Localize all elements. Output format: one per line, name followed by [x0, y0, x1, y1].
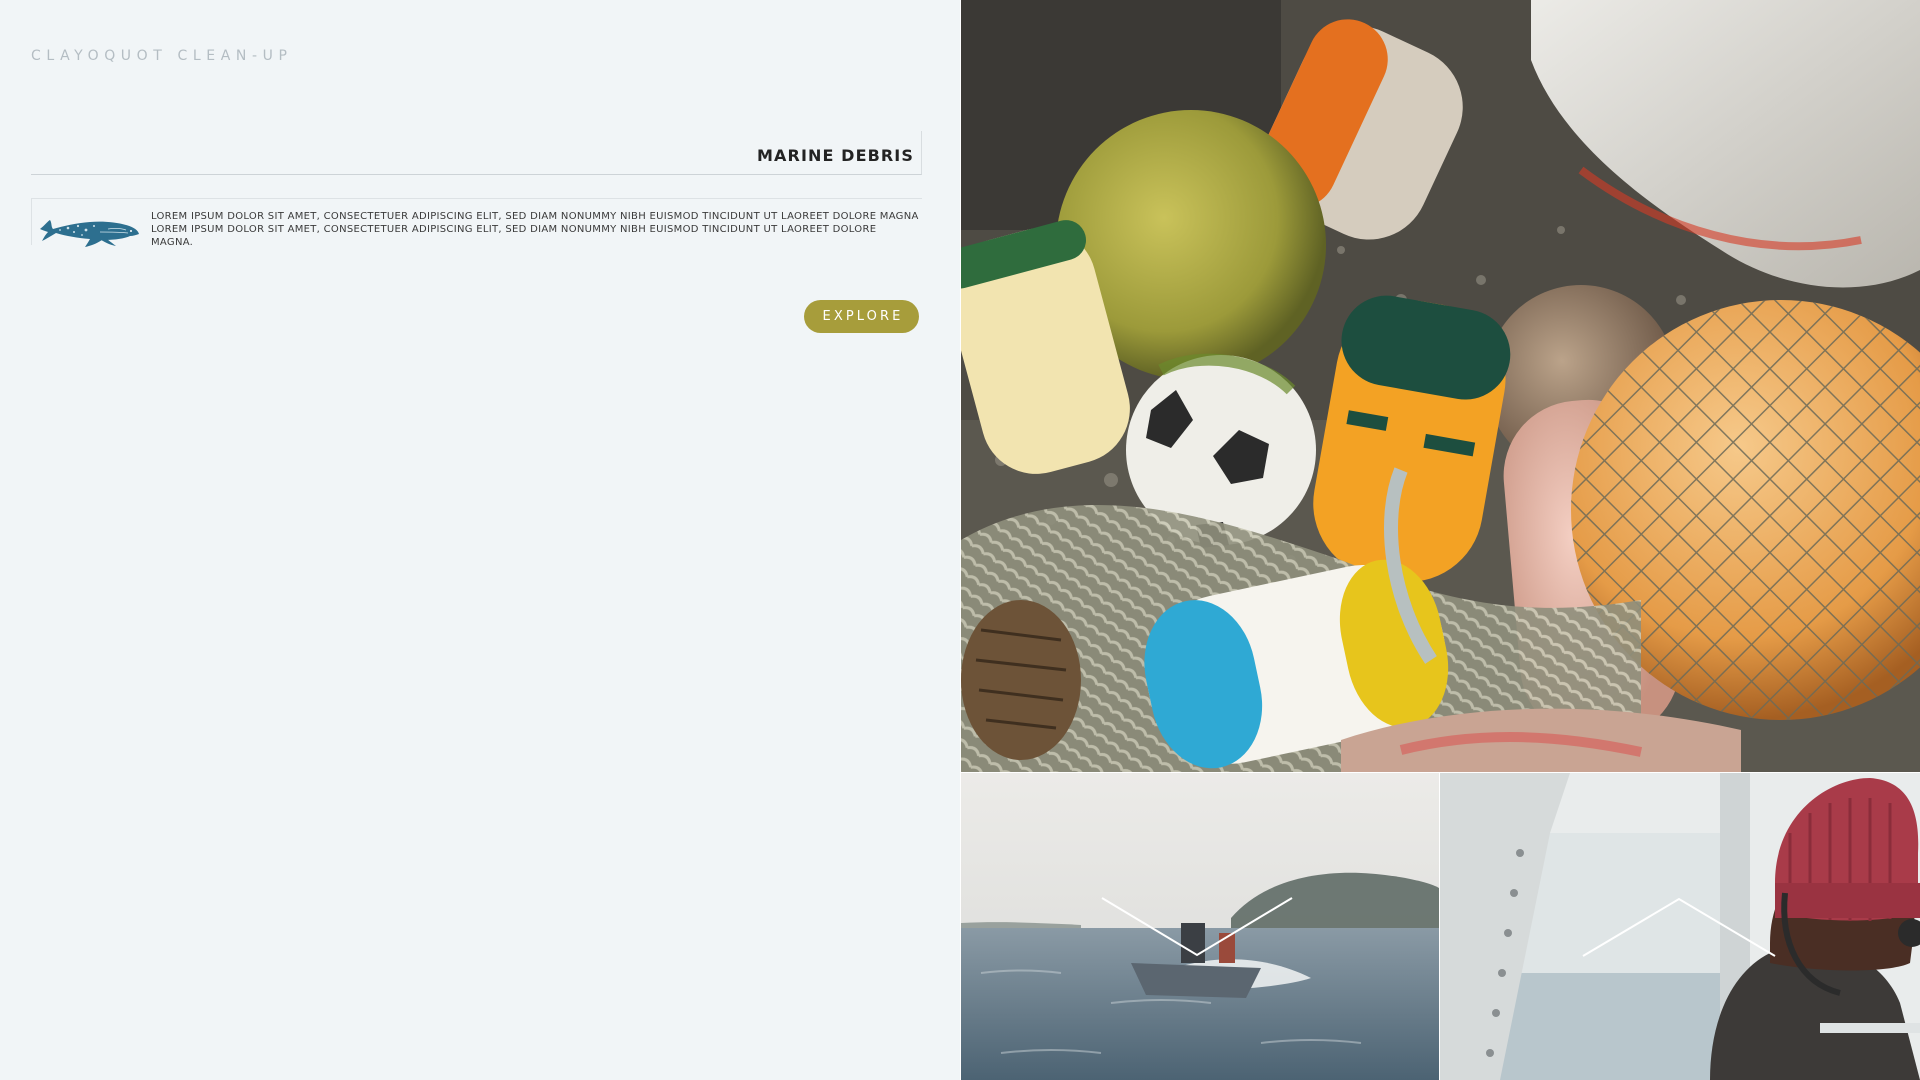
section-title: MARINE DEBRIS — [757, 146, 914, 165]
boat-photo-image — [961, 773, 1439, 1080]
explore-button[interactable]: EXPLORE — [804, 300, 919, 333]
info-block: LOREM IPSUM DOLOR SIT AMET, CONSECTETUER… — [31, 198, 922, 248]
photo-buoys[interactable] — [961, 0, 1920, 772]
crew-photo-image — [1440, 773, 1920, 1080]
section-title-block: MARINE DEBRIS — [31, 131, 922, 175]
content-panel: CLAYOQUOT CLEAN-UP MARINE DEBRIS LOREM I — [0, 0, 960, 1080]
brand-name[interactable]: CLAYOQUOT CLEAN-UP — [31, 48, 293, 64]
photo-crew[interactable] — [1440, 773, 1920, 1080]
section-description: LOREM IPSUM DOLOR SIT AMET, CONSECTETUER… — [151, 211, 919, 248]
buoys-photo-image — [961, 0, 1920, 772]
photo-boat[interactable] — [961, 773, 1439, 1080]
whale-icon — [40, 220, 139, 247]
page: CLAYOQUOT CLEAN-UP MARINE DEBRIS LOREM I — [0, 0, 1920, 1080]
